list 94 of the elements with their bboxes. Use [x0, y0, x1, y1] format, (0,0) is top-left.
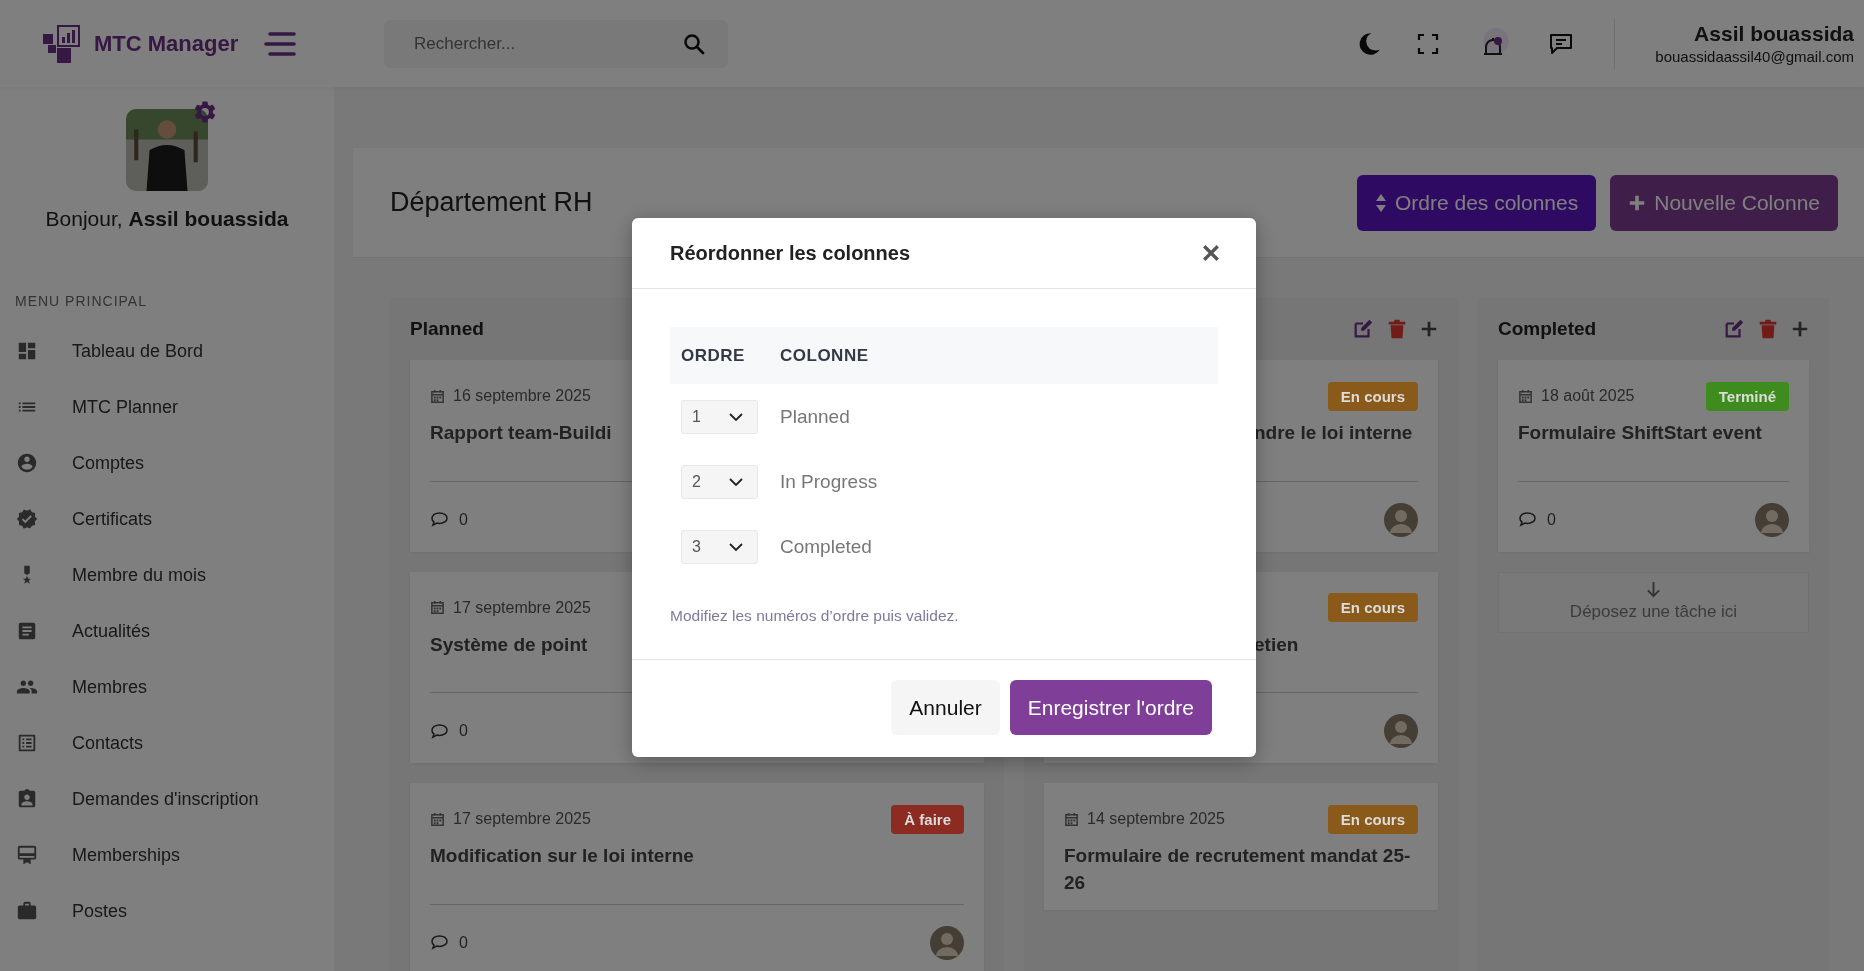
sidebar-item[interactable]: Demandes d'inscription — [0, 771, 334, 827]
plus-icon[interactable] — [1791, 320, 1809, 338]
sidebar-item[interactable]: Tableau de Bord — [0, 323, 334, 379]
sidebar-item[interactable]: Comptes — [0, 435, 334, 491]
task-date: 18 août 2025 — [1541, 387, 1635, 405]
calendar-icon — [430, 388, 445, 404]
order-select[interactable]: 2 — [681, 464, 758, 499]
sidebar-item[interactable]: MTC Planner — [0, 379, 334, 435]
column-name: Planned — [780, 405, 850, 428]
sidebar-item[interactable]: Membre du mois — [0, 547, 334, 603]
trash-icon[interactable] — [1386, 318, 1408, 340]
id-badge-icon — [16, 788, 38, 810]
menu-icon[interactable] — [264, 30, 297, 57]
calendar-icon — [1064, 811, 1079, 827]
column-header: COLONNE — [780, 345, 869, 366]
comment-icon — [1518, 511, 1537, 529]
plus-icon[interactable] — [1420, 320, 1438, 338]
task-title: Système de point — [430, 632, 589, 657]
dialog-button[interactable]: Enregistrer l'ordre — [1009, 680, 1212, 735]
close-icon[interactable] — [1202, 244, 1220, 262]
task-title: Rapport team-Buildi — [430, 421, 613, 445]
task-title: ndre le loi interne — [1253, 421, 1414, 445]
verified-badge-icon — [16, 508, 38, 530]
task-title: Formulaire de recrutement mandat 25-26 — [1064, 844, 1412, 895]
drop-zone[interactable]: Déposez une tâche ici — [1498, 571, 1809, 633]
comment-count: 0 — [459, 722, 468, 741]
dialog-button[interactable]: Annuler — [891, 680, 1000, 735]
chevron-down-icon — [729, 542, 743, 551]
status-badge: En cours — [1327, 381, 1418, 411]
calendar-icon — [1518, 388, 1533, 404]
user-icon — [16, 452, 38, 474]
column-name: Completed — [780, 535, 872, 558]
comment-icon — [430, 511, 449, 529]
chevron-down-icon — [729, 477, 743, 486]
task-date: 16 septembre 2025 — [453, 387, 591, 405]
page-title: Département RH — [390, 187, 593, 218]
fullscreen-icon[interactable] — [1416, 31, 1441, 56]
status-badge: En cours — [1327, 804, 1418, 834]
order-select[interactable]: 1 — [681, 399, 758, 434]
task-card[interactable]: 17 septembre 2025 À faire Modification sur le loi interne 0 — [410, 783, 984, 971]
order-select[interactable]: 3 — [681, 529, 758, 564]
plus-icon — [1628, 193, 1647, 212]
gear-icon[interactable] — [192, 99, 218, 125]
header-button[interactable]: Nouvelle Colonne — [1610, 174, 1838, 231]
task-title: Modification sur le loi interne — [430, 844, 695, 869]
search-field[interactable]: Rechercher... — [384, 19, 728, 68]
certificate-card-icon — [16, 844, 38, 866]
comment-count: 0 — [1547, 510, 1556, 529]
sidebar-item[interactable]: Membres — [0, 659, 334, 715]
sidebar-item[interactable]: Postes — [0, 883, 334, 939]
column-header: ORDRE — [680, 345, 746, 366]
down-arrow-icon — [1646, 580, 1661, 598]
user-name: Assil bouassida — [1694, 22, 1854, 46]
user-email: bouassidaassil40@gmail.com — [1655, 48, 1854, 65]
chevron-down-icon — [729, 412, 743, 421]
app-name: MTC Manager — [94, 30, 239, 57]
greeting-text: Bonjour, Assil bouassida — [45, 207, 289, 231]
sidebar-item[interactable]: Contacts — [0, 715, 334, 771]
task-card[interactable]: 14 septembre 2025 En cours Formulaire de recrutement mandat 25-26 — [1044, 783, 1438, 911]
search-icon[interactable] — [682, 31, 706, 56]
header-button[interactable]: Ordre des colonnes — [1356, 174, 1597, 231]
task-card[interactable]: 18 août 2025 Terminé Formulaire ShiftStart event 0 — [1498, 360, 1809, 552]
task-date: 17 septembre 2025 — [453, 598, 591, 617]
task-date: 17 septembre 2025 — [453, 810, 591, 829]
hint-text: Modifiez les numéros d’ordre puis validez. — [670, 607, 960, 625]
logo-icon — [42, 23, 82, 64]
status-badge: En cours — [1327, 593, 1418, 623]
calendar-icon — [430, 811, 445, 827]
document-icon — [16, 620, 38, 642]
status-badge: À faire — [891, 804, 964, 834]
dialog-title: Réordonner les colonnes — [670, 241, 911, 265]
comment-count: 0 — [459, 933, 468, 952]
menu-heading: MENU PRINCIPAL — [15, 293, 148, 309]
sort-icon — [1374, 192, 1387, 213]
briefcase-icon — [16, 900, 38, 922]
task-title: Formulaire ShiftStart event — [1518, 421, 1763, 445]
dashboard-icon — [16, 340, 38, 362]
calendar-icon — [430, 600, 445, 616]
column-title: Completed — [1498, 318, 1597, 340]
sidebar-item[interactable]: Memberships — [0, 827, 334, 883]
comment-count: 0 — [459, 510, 468, 529]
trash-icon[interactable] — [1757, 318, 1779, 340]
comment-icon — [430, 722, 449, 740]
status-badge: Terminé — [1705, 381, 1789, 411]
edit-icon[interactable] — [1723, 318, 1745, 340]
task-title: etien — [1253, 632, 1300, 657]
sidebar-item[interactable]: Certificats — [0, 491, 334, 547]
task-date: 14 septembre 2025 — [1087, 810, 1225, 829]
checklist-icon — [16, 732, 38, 754]
sidebar-item[interactable]: Actualités — [0, 603, 334, 659]
column-name: In Progress — [780, 470, 878, 493]
column-title: Planned — [410, 318, 484, 340]
edit-icon[interactable] — [1352, 318, 1374, 340]
comment-icon — [430, 934, 449, 952]
